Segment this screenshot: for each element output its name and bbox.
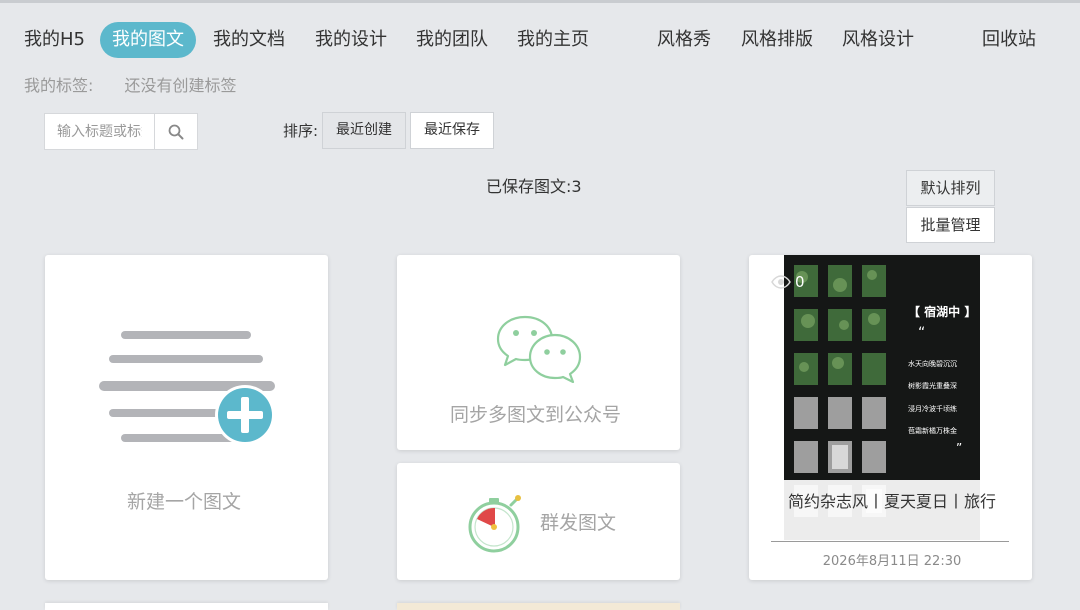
mass-send-label: 群发图文	[540, 512, 617, 534]
nav-my-designs[interactable]: 我的设计	[315, 22, 387, 58]
new-article-card[interactable]: 新建一个图文	[45, 255, 328, 580]
eye-icon	[771, 275, 791, 289]
next-row-card-1	[45, 603, 328, 610]
stopwatch-icon	[468, 495, 521, 553]
mass-send-card[interactable]: 群发图文	[397, 463, 680, 580]
top-border	[0, 0, 1080, 3]
article-title: 简约杂志风丨夏天夏日丨旅行	[787, 492, 996, 511]
thumbnail-line-3: 浸月冷波千顷练	[908, 405, 957, 413]
new-article-label: 新建一个图文	[127, 491, 242, 513]
sync-articles-label: 同步多图文到公众号	[450, 404, 622, 426]
article-date: 2026年8月11日 22:30	[822, 554, 962, 569]
nav-my-h5[interactable]: 我的H5	[24, 22, 85, 58]
thumbnail-line-4: 苞霜新橘万株金	[908, 427, 957, 435]
next-row-card-2	[397, 603, 680, 610]
sort-recent-created[interactable]: 最近创建	[322, 112, 406, 149]
nav-style-show[interactable]: 风格秀	[657, 22, 711, 58]
article-card[interactable]: 【 宿湖中 】 “ 水天向晚碧沉沉 树影霞光重叠深 浸月冷波千顷练 苞霜新橘万株…	[749, 255, 1032, 580]
nav-style-layout[interactable]: 风格排版	[741, 22, 813, 58]
tag-row: 我的标签: 还没有创建标签	[24, 72, 237, 96]
new-article-icon	[99, 331, 275, 445]
tags-label: 我的标签:	[24, 76, 94, 95]
sort-recent-saved[interactable]: 最近保存	[410, 112, 494, 149]
search-box	[44, 113, 198, 150]
thumbnail-quote-close: ”	[956, 441, 963, 455]
view-count-value: 0	[795, 273, 805, 291]
view-count: 0	[771, 273, 805, 291]
thumbnail-title: 【 宿湖中 】	[908, 305, 977, 319]
article-divider	[771, 541, 1009, 542]
batch-manage-button[interactable]: 批量管理	[906, 207, 995, 243]
search-icon	[168, 124, 184, 139]
nav-my-articles[interactable]: 我的图文	[100, 22, 196, 58]
thumbnail-line-2: 树影霞光重叠深	[908, 382, 957, 390]
top-nav: 我的H5 我的图文 我的文档 我的设计 我的团队 我的主页 风格秀 风格排版 风…	[0, 22, 1080, 58]
nav-style-design[interactable]: 风格设计	[842, 22, 914, 58]
nav-my-team[interactable]: 我的团队	[416, 22, 488, 58]
wechat-icon	[496, 315, 582, 383]
sync-articles-card[interactable]: 同步多图文到公众号	[397, 255, 680, 450]
thumbnail-quote-open: “	[918, 325, 926, 341]
nav-my-documents[interactable]: 我的文档	[213, 22, 285, 58]
saved-count: 已保存图文:3	[486, 177, 582, 196]
search-button[interactable]	[155, 114, 197, 149]
nav-recycle-bin[interactable]: 回收站	[982, 22, 1036, 58]
nav-my-homepage[interactable]: 我的主页	[517, 22, 589, 58]
sort-label: 排序:	[283, 122, 319, 140]
search-input[interactable]	[45, 114, 155, 149]
tags-empty-text: 还没有创建标签	[124, 76, 237, 95]
thumbnail-line-1: 水天向晚碧沉沉	[908, 360, 957, 368]
default-order-button[interactable]: 默认排列	[906, 170, 995, 206]
